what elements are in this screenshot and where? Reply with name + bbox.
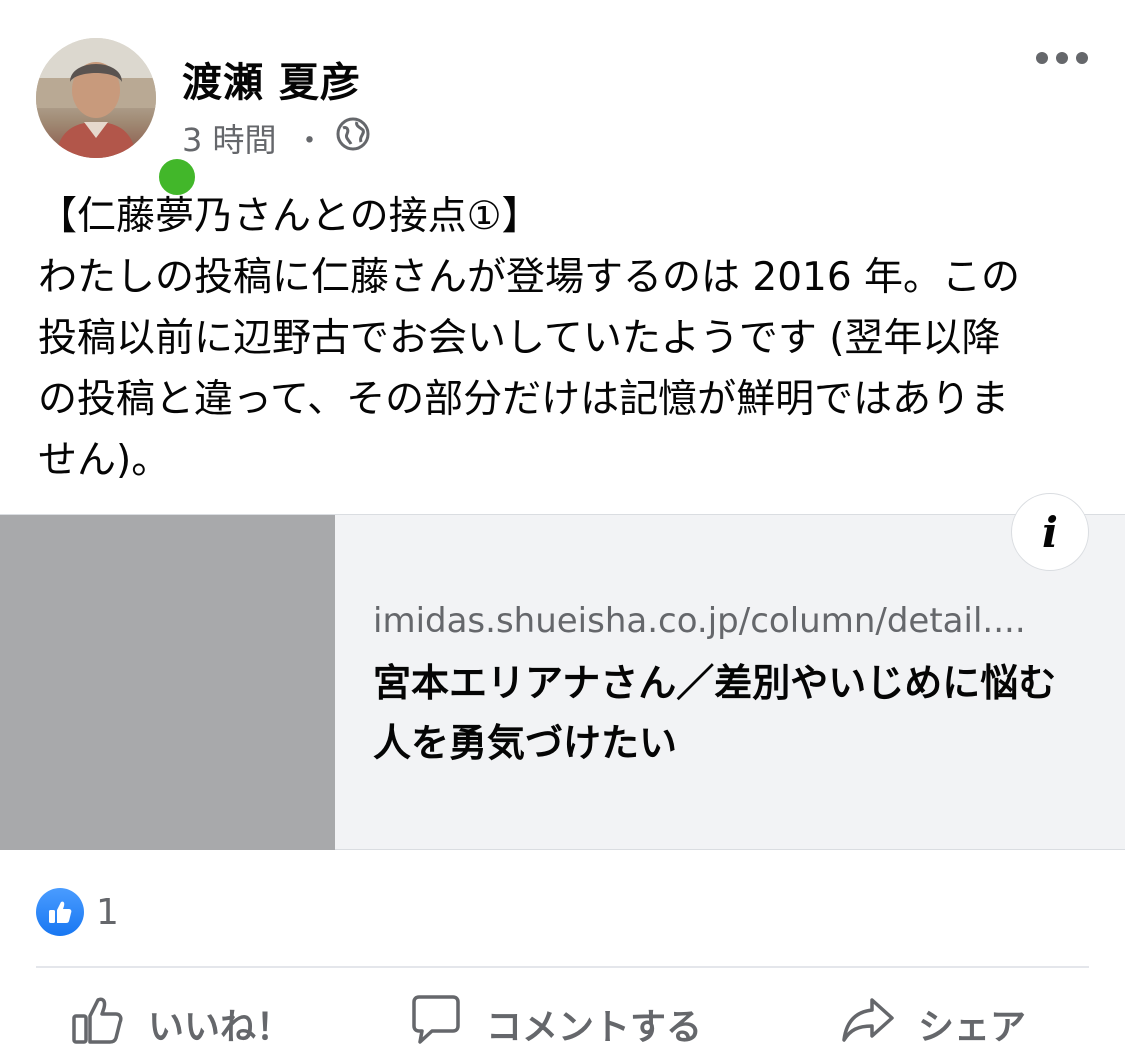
link-thumbnail	[0, 515, 335, 850]
comment-label: コメントする	[486, 1007, 703, 1048]
like-button[interactable]: いいね！	[70, 990, 292, 1058]
info-icon[interactable]: i	[1011, 493, 1089, 571]
link-preview-card[interactable]: i imidas.shueisha.co.jp/column/detail...…	[0, 493, 1125, 850]
action-bar: いいね！ コメントする シェア	[0, 990, 1125, 1058]
share-label: シェア	[918, 1007, 1027, 1048]
like-reaction-icon	[36, 888, 84, 936]
comment-icon	[408, 992, 464, 1057]
divider	[36, 966, 1089, 968]
link-domain: imidas.shueisha.co.jp/column/detail....	[373, 601, 1026, 641]
more-options-button[interactable]	[1036, 52, 1088, 64]
post-meta: 3 時間 ・	[182, 116, 371, 160]
reaction-summary[interactable]: 1	[36, 888, 119, 936]
avatar[interactable]	[36, 38, 200, 200]
more-dot-icon	[1036, 52, 1048, 64]
post-time[interactable]: 3 時間	[182, 115, 277, 161]
share-arrow-icon	[840, 992, 896, 1057]
more-dot-icon	[1076, 52, 1088, 64]
thumbs-up-icon	[70, 992, 126, 1057]
share-button[interactable]: シェア	[840, 990, 1026, 1058]
post-text: 【仁藤夢乃さんとの接点①】 わたしの投稿に仁藤さんが登場するのは 2016 年。…	[38, 194, 1021, 483]
globe-icon[interactable]	[335, 116, 371, 160]
more-dot-icon	[1056, 52, 1068, 64]
author-name[interactable]: 渡瀬 夏彦	[182, 50, 361, 108]
like-label: いいね！	[148, 1007, 293, 1048]
comment-button[interactable]: コメントする	[408, 990, 702, 1058]
meta-separator: ・	[294, 124, 325, 159]
link-title: 宮本エリアナさん／差別やいじめに悩む人を勇気づけたい	[373, 661, 1057, 765]
profile-photo	[36, 38, 156, 158]
reaction-count: 1	[96, 891, 119, 933]
